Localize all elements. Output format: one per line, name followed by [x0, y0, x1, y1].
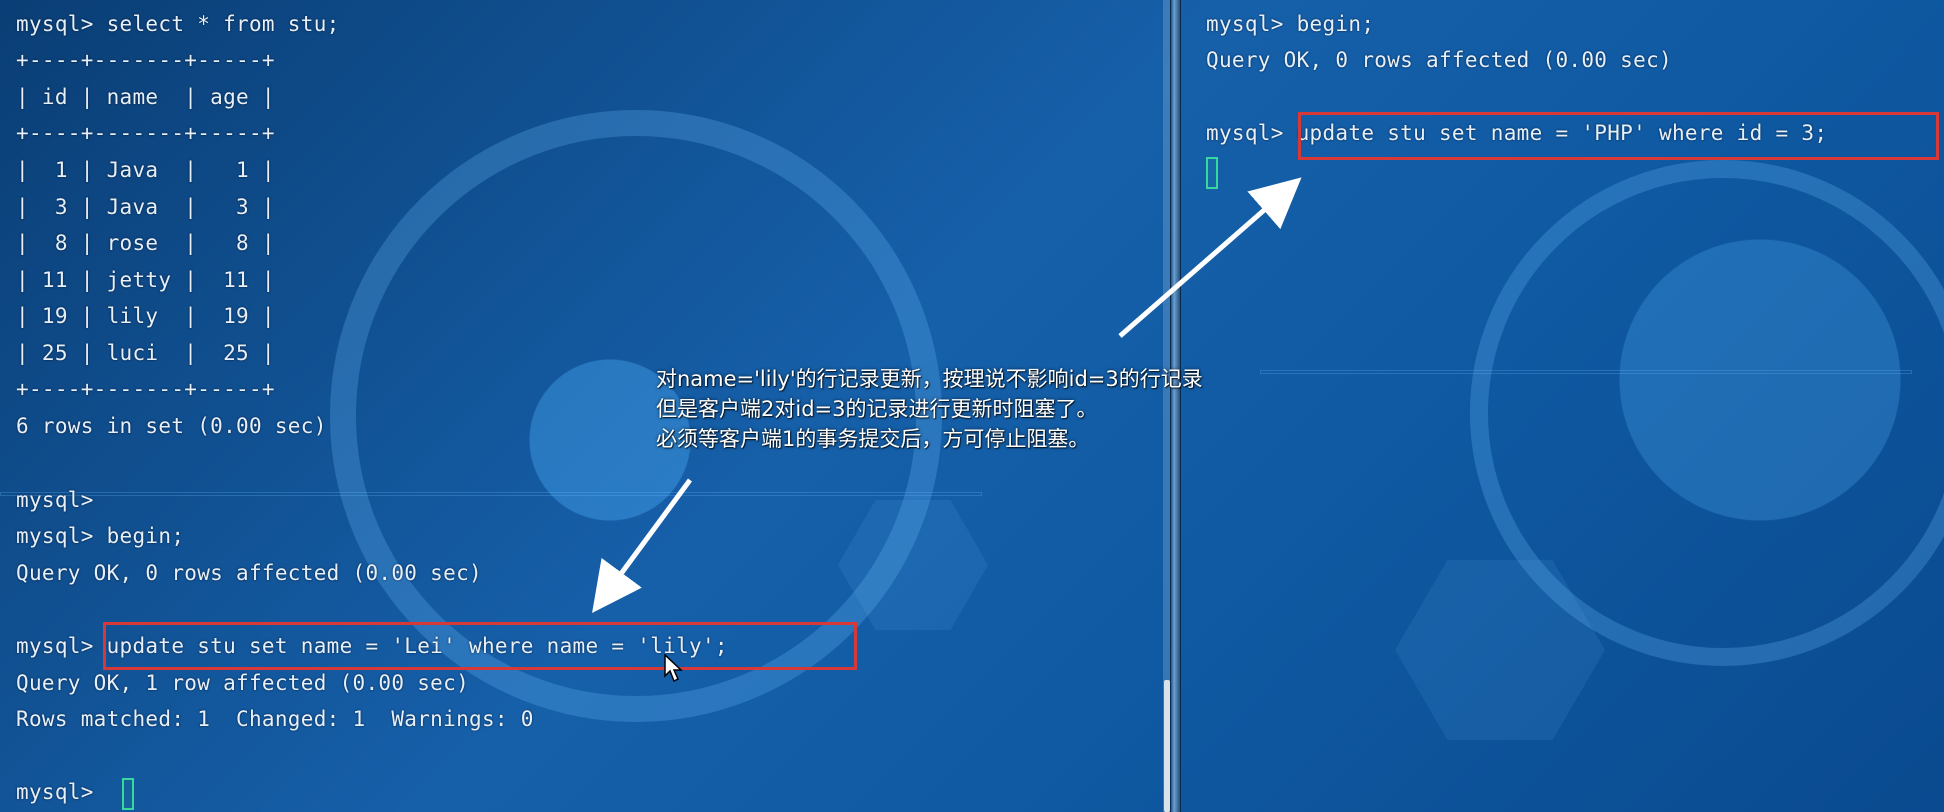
right-terminal-begin-command: mysql> begin; — [1206, 12, 1375, 36]
terminal-table-row: | 8 | rose | 8 | — [16, 231, 275, 255]
terminal-table-row: | 1 | Java | 1 | — [16, 158, 275, 182]
terminal-table-row: | 25 | luci | 25 | — [16, 341, 275, 365]
terminal-table-row: | 11 | jetty | 11 | — [16, 268, 275, 292]
terminal-begin-command: mysql> begin; — [16, 524, 185, 548]
terminal-table-row: | 19 | lily | 19 | — [16, 304, 275, 328]
annotation-line-1: 对name='lily'的行记录更新，按理说不影响id=3的行记录 — [656, 367, 1203, 391]
mouse-pointer-icon — [664, 654, 683, 682]
terminal-table-border: +----+-------+-----+ — [16, 48, 275, 72]
highlight-box-update-lily — [103, 622, 857, 670]
terminal-cursor-left — [122, 778, 134, 810]
highlight-box-update-id-3 — [1298, 112, 1939, 160]
terminal-table-border: +----+-------+-----+ — [16, 377, 275, 401]
terminal-result-count: 6 rows in set (0.00 sec) — [16, 414, 327, 438]
terminal-cursor-right — [1206, 157, 1218, 189]
terminal-update-stats: Rows matched: 1 Changed: 1 Warnings: 0 — [16, 707, 534, 731]
terminal-line-select: mysql> select * from stu; — [16, 12, 340, 36]
terminal-table-row: | 3 | Java | 3 | — [16, 195, 275, 219]
annotation-line-2: 但是客户端2对id=3的记录进行更新时阻塞了。 — [656, 397, 1098, 421]
terminal-query-ok: Query OK, 0 rows affected (0.00 sec) — [16, 561, 482, 585]
right-terminal-query-ok: Query OK, 0 rows affected (0.00 sec) — [1206, 48, 1672, 72]
annotation-line-3: 必须等客户端1的事务提交后，方可停止阻塞。 — [656, 427, 1090, 451]
terminal-update-result: Query OK, 1 row affected (0.00 sec) — [16, 671, 470, 695]
screen: mysql> select * from stu; +----+-------+… — [0, 0, 1944, 812]
terminal-table-border: +----+-------+-----+ — [16, 121, 275, 145]
terminal-table-header: | id | name | age | — [16, 85, 275, 109]
terminal-final-prompt: mysql> — [16, 780, 94, 804]
annotation-note: 对name='lily'的行记录更新，按理说不影响id=3的行记录 但是客户端2… — [656, 364, 1306, 454]
terminal-prompt: mysql> — [16, 488, 94, 512]
